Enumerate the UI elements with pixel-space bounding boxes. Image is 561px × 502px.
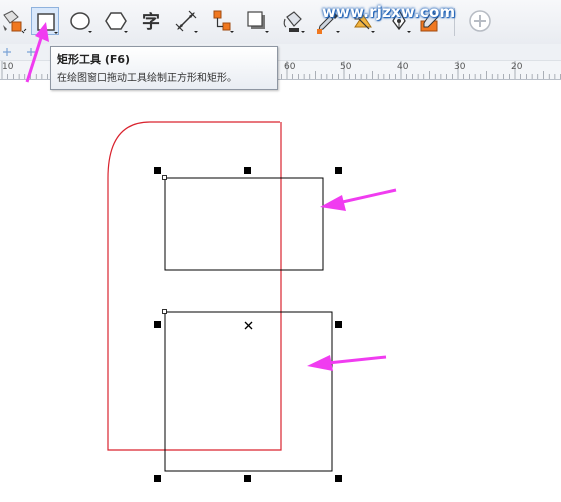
text-tool-icon: 字: [142, 11, 160, 33]
polygon-tool-icon: [105, 12, 128, 33]
smart-fill-icon: [3, 10, 27, 34]
ellipse-tool-button[interactable]: [66, 7, 94, 35]
selection-handle-top-left[interactable]: [154, 167, 161, 174]
annotation-arrow-lower-rectangle: [307, 355, 387, 371]
connector-tool-icon: [213, 10, 234, 33]
ruler-label: 50: [340, 62, 352, 72]
rectangle-tool-tooltip: 矩形工具 (F6) 在绘图窗口拖动工具绘制正方形和矩形。: [50, 46, 278, 90]
selection-handle-top-center[interactable]: [244, 167, 251, 174]
selection-handle-middle-left[interactable]: [154, 321, 161, 328]
annotation-arrow-upper-rectangle: [320, 188, 397, 211]
watermark-text: www.rjzxw.com: [322, 3, 456, 21]
selection-handle-bottom-center[interactable]: [244, 475, 251, 482]
ruler-label: 10: [2, 62, 14, 72]
lower-rectangle[interactable]: [164, 311, 333, 472]
polygon-tool-button[interactable]: [102, 7, 130, 35]
add-tool-button[interactable]: [466, 7, 494, 35]
node-handle[interactable]: [162, 175, 167, 180]
connector-tool-button[interactable]: [208, 7, 236, 35]
drop-shadow-tool-button[interactable]: [243, 7, 271, 35]
selection-center-marker[interactable]: [244, 321, 253, 330]
plus-icon: [469, 10, 491, 32]
upper-rectangle[interactable]: [164, 177, 324, 271]
red-rounded-rectangle[interactable]: [107, 121, 282, 451]
ruler-origin-icon[interactable]: [26, 47, 36, 57]
rectangle-tool-button[interactable]: [31, 7, 59, 35]
tooltip-title: 矩形工具 (F6): [57, 53, 131, 66]
fill-tool-button[interactable]: [279, 7, 307, 35]
toolbox: 字 www.rjzxw.com: [0, 0, 561, 45]
node-handle[interactable]: [162, 309, 167, 314]
selection-handle-middle-right[interactable]: [335, 321, 342, 328]
text-tool-button[interactable]: 字: [137, 7, 165, 35]
fill-bucket-icon: [283, 11, 305, 33]
pin-icon[interactable]: [2, 47, 12, 57]
ruler-label: 60: [284, 62, 296, 72]
ruler-label: 20: [511, 62, 523, 72]
dimension-tool-button[interactable]: [172, 7, 200, 35]
rectangle-tool-icon: [37, 13, 58, 34]
selection-handle-top-right[interactable]: [335, 167, 342, 174]
smart-fill-tool-button[interactable]: [0, 7, 28, 35]
selection-handle-bottom-left[interactable]: [154, 475, 161, 482]
ellipse-tool-icon: [70, 12, 92, 33]
text-tool-glyph: 字: [142, 11, 160, 33]
ruler-label: 40: [397, 62, 409, 72]
dimension-tool-icon: [175, 10, 198, 33]
ruler-label: 30: [454, 62, 466, 72]
tooltip-description: 在绘图窗口拖动工具绘制正方形和矩形。: [57, 73, 237, 84]
drop-shadow-icon: [247, 11, 269, 33]
selection-handle-bottom-right[interactable]: [335, 475, 342, 482]
